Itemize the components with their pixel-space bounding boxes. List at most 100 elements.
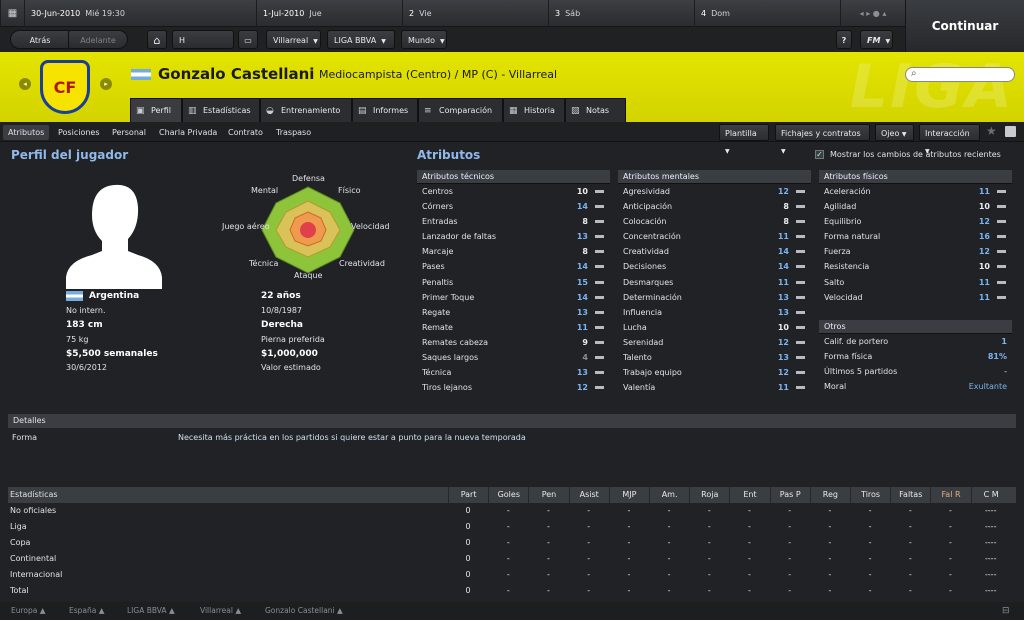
report-icon: ▤ (358, 106, 367, 116)
attribute-name: Lucha (623, 322, 647, 332)
stats-column-header[interactable]: Fal R (930, 487, 970, 503)
mental-attributes-table: Atributos mentales Agresividad 12 Anticipa… (618, 170, 811, 395)
attribute-name: Equilibrio (824, 217, 862, 227)
breadcrumb-club[interactable]: Villarreal ▲ (200, 602, 241, 620)
stats-column-header[interactable]: Faltas (890, 487, 930, 503)
subnav-atributos[interactable]: Atributos (3, 125, 50, 140)
stats-column-header[interactable]: Pen (528, 487, 568, 503)
breadcrumb-player[interactable]: Gonzalo Castellani ▲ (265, 602, 343, 620)
stats-cell: - (667, 570, 671, 579)
stats-cell: - (908, 522, 912, 531)
tab-estadisticas[interactable]: ▥ Estadísticas (182, 98, 260, 122)
stats-cell: - (748, 586, 751, 595)
stats-cell: - (748, 554, 751, 563)
stats-column-header[interactable]: Ent (729, 487, 769, 503)
stats-column-header[interactable]: Tiros (850, 487, 890, 503)
stats-cell: - (908, 570, 912, 579)
tab-entrenamiento[interactable]: ◒ Entrenamiento (260, 98, 352, 122)
continue-button[interactable]: Continuar (905, 0, 1024, 52)
breadcrumb-liga[interactable]: LIGA BBVA ▲ (127, 602, 175, 620)
stats-column-header[interactable]: Goles (488, 487, 528, 503)
liga-watermark: LIGA (849, 52, 1014, 122)
help-button[interactable]: ? (836, 30, 852, 49)
trend-icon (796, 356, 805, 360)
tab-perfil[interactable]: ▣ Perfil (130, 98, 182, 122)
subnav-charla-privada[interactable]: Charla Privada (154, 125, 222, 140)
search-input[interactable]: ⌕ (905, 67, 1015, 82)
day-4[interactable]: 4 Dom (694, 0, 840, 27)
day-1[interactable]: 1-Jul-2010 Jue (256, 0, 402, 27)
resize-icon[interactable]: ⊟ (1002, 602, 1010, 620)
fichajes-dropdown[interactable]: Fichajes y contratos ▼ (775, 124, 870, 155)
attribute-value: 10 (777, 322, 789, 332)
physical-header: Atributos físicos (819, 170, 1012, 184)
subnav-contrato[interactable]: Contrato (223, 125, 268, 140)
trend-icon (595, 371, 604, 375)
stats-cell: - (627, 522, 631, 531)
tab-comparacion[interactable]: ≡ Comparación (418, 98, 503, 122)
back-button[interactable]: Atrás (10, 30, 70, 49)
sub-navigation: Atributos Posiciones Personal Charla Pri… (0, 122, 1024, 155)
prev-arrow-icon[interactable]: ◂ (19, 78, 31, 90)
breadcrumb-europa[interactable]: Europa ▲ (11, 602, 46, 620)
stats-cell: - (949, 570, 952, 579)
subnav-personal[interactable]: Personal (107, 125, 151, 140)
others-name: Calif. de portero (824, 337, 889, 346)
forward-button[interactable]: Adelante (68, 30, 128, 49)
ojeo-dropdown[interactable]: Ojeo ▼ (875, 124, 914, 141)
calendar-icon[interactable]: ▦ (0, 0, 24, 27)
stats-column-header[interactable]: Asist (568, 487, 609, 503)
tab-informes[interactable]: ▤ Informes (352, 98, 418, 122)
trend-icon (997, 220, 1006, 224)
player-name: Gonzalo Castellani (158, 65, 315, 83)
stats-row: Internacional 0- - - - - - - - - - - - ---- (8, 567, 1016, 583)
home-icon[interactable]: ⌂ (147, 30, 167, 49)
radar-label-velocidad: Velocidad (351, 222, 390, 231)
club-dropdown[interactable]: Villarreal ▼ (266, 30, 321, 49)
stats-column-header[interactable]: Reg (809, 487, 850, 503)
stats-column-header[interactable]: Roja (689, 487, 729, 503)
day-2[interactable]: 2 Vie (402, 0, 548, 27)
date-scroll-controls[interactable]: ◂ ▸ ● ▴ (840, 0, 905, 27)
attribute-name: Remates cabeza (422, 337, 488, 347)
fm-menu[interactable]: FM ▼ (860, 30, 893, 49)
trend-icon (796, 280, 805, 284)
stats-cell: - (748, 522, 751, 531)
tab-historia[interactable]: ▦ Historia (503, 98, 565, 122)
stats-cell: - (949, 506, 952, 515)
star-icon[interactable]: ★ (986, 124, 997, 138)
day-3[interactable]: 3 Sáb (548, 0, 694, 27)
subnav-traspaso[interactable]: Traspaso (271, 125, 316, 140)
attribute-value: 10 (978, 202, 990, 212)
stats-cell: - (949, 538, 952, 547)
note-icon[interactable] (1005, 126, 1016, 137)
estimated-value-label: Valor estimado (261, 363, 321, 372)
player-silhouette (66, 184, 162, 289)
league-dropdown[interactable]: LIGA BBVA ▼ (327, 30, 395, 49)
plantilla-dropdown[interactable]: Plantilla ▼ (719, 124, 769, 155)
breadcrumb-espana[interactable]: España ▲ (69, 602, 105, 620)
manager-dropdown[interactable]: H Sánchez▼ (172, 30, 234, 64)
world-dropdown[interactable]: Mundo ▼ (401, 30, 447, 49)
attribute-name: Desmarques (623, 277, 674, 287)
stats-column-header[interactable]: Part (448, 487, 488, 503)
next-arrow-icon[interactable]: ▸ (100, 78, 112, 90)
nationality[interactable]: Argentina (89, 291, 139, 301)
stats-column-header[interactable]: Am. (649, 487, 689, 503)
tab-notas[interactable]: ▧ Notas (565, 98, 626, 122)
inbox-icon[interactable]: ▭ (238, 30, 258, 49)
stats-column-header[interactable]: MJP (608, 487, 649, 503)
attribute-value: 12 (777, 337, 789, 347)
attribute-value: 8 (582, 217, 588, 227)
interaccion-dropdown[interactable]: Interacción ▼ (919, 124, 980, 155)
attribute-name: Salto (824, 277, 845, 287)
profile-icon: ▣ (136, 106, 145, 116)
show-changes-checkbox[interactable]: ✓ (815, 150, 824, 159)
stats-column-header[interactable]: Pas P (769, 487, 810, 503)
subnav-posiciones[interactable]: Posiciones (53, 125, 105, 140)
stats-column-header[interactable]: C M (970, 487, 1011, 503)
trend-icon (997, 295, 1006, 299)
club-crest[interactable]: CF (40, 60, 90, 114)
attribute-row: Trabajo equipo 12 (618, 365, 811, 380)
trend-icon (997, 205, 1006, 209)
